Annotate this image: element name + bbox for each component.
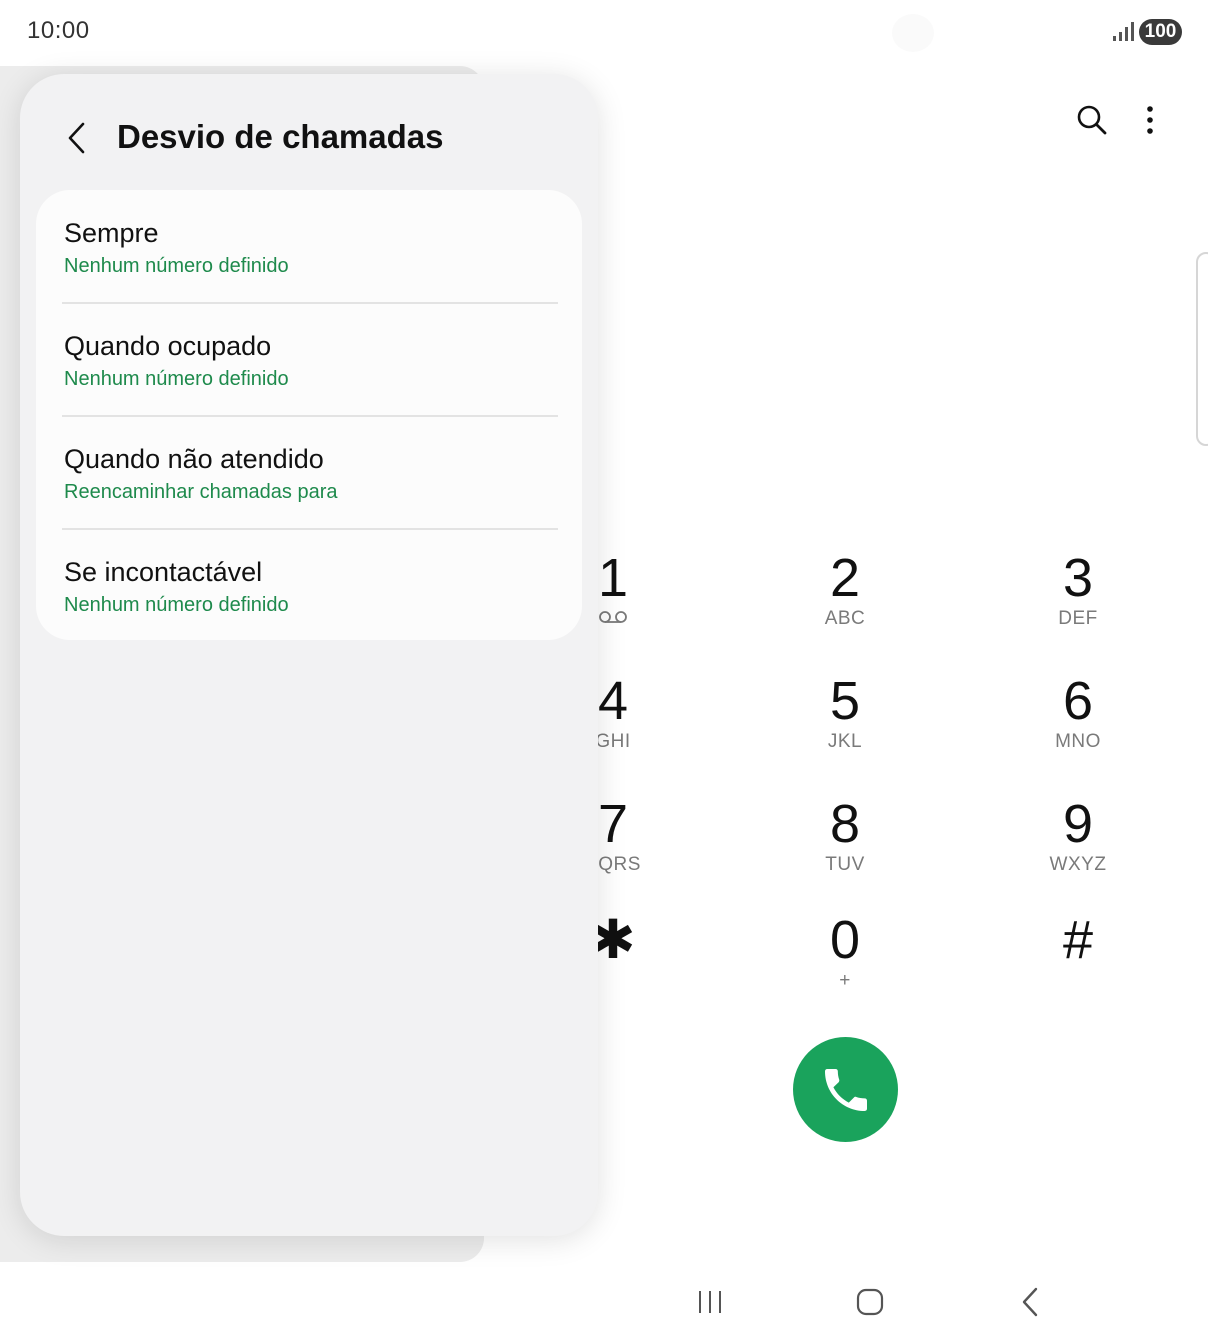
key-hash[interactable]: # [998, 912, 1158, 1016]
key-digit: # [1062, 910, 1094, 970]
key-9[interactable]: 9 WXYZ [998, 796, 1158, 900]
recents-icon [699, 1291, 721, 1313]
key-digit: 3 [1062, 548, 1094, 608]
option-label: Quando ocupado [64, 331, 272, 361]
key-letters: WXYZ [1049, 854, 1107, 875]
phone-icon [824, 1068, 867, 1111]
option-label: Quando não atendido [64, 444, 324, 474]
key-0[interactable]: 0 + [765, 912, 925, 1016]
edge-panel-handle[interactable] [1196, 252, 1208, 446]
key-letters: JKL [827, 731, 863, 752]
key-8[interactable]: 8 TUV [765, 796, 925, 900]
key-digit: 6 [1062, 671, 1094, 731]
call-button[interactable] [793, 1037, 898, 1142]
voicemail-icon [599, 611, 627, 623]
key-digit: 9 [1062, 794, 1094, 854]
key-letters: DEF [1058, 608, 1098, 629]
option-when-unanswered[interactable]: Quando não atendido Reencaminhar chamada… [36, 416, 582, 529]
navigation-bar [600, 1270, 1208, 1334]
key-letters: TUV [825, 854, 865, 875]
more-options-button[interactable] [1130, 100, 1170, 140]
back-icon [1022, 1287, 1038, 1317]
call-forwarding-panel: Desvio de chamadas Sempre Nenhum número … [20, 74, 598, 1236]
key-letters: MNO [1055, 731, 1101, 752]
key-digit: 8 [829, 794, 861, 854]
key-3[interactable]: 3 DEF [998, 550, 1158, 654]
search-icon [1077, 105, 1107, 135]
option-label: Se incontactável [64, 557, 263, 587]
back-button[interactable] [56, 118, 96, 158]
key-5[interactable]: 5 JKL [765, 673, 925, 777]
option-summary: Nenhum número definido [64, 368, 289, 390]
option-summary: Nenhum número definido [64, 255, 289, 277]
more-options-icon [1147, 106, 1153, 134]
option-when-unreachable[interactable]: Se incontactável Nenhum número definido [36, 529, 582, 640]
search-button[interactable] [1072, 100, 1112, 140]
home-icon [856, 1288, 884, 1316]
option-summary: Nenhum número definido [64, 594, 289, 616]
forwarding-options-card: Sempre Nenhum número definido Quando ocu… [36, 190, 582, 640]
option-label: Sempre [64, 218, 159, 248]
key-2[interactable]: 2 ABC [765, 550, 925, 654]
option-when-busy[interactable]: Quando ocupado Nenhum número definido [36, 303, 582, 416]
key-6[interactable]: 6 MNO [998, 673, 1158, 777]
key-letters: + [839, 970, 851, 991]
chevron-left-icon [68, 122, 85, 154]
back-nav-button[interactable] [1000, 1282, 1060, 1322]
key-digit: 2 [829, 548, 861, 608]
key-digit: 0 [829, 910, 861, 970]
key-digit: 5 [829, 671, 861, 731]
recents-button[interactable] [680, 1282, 740, 1322]
option-summary: Reencaminhar chamadas para [64, 481, 338, 503]
key-letters: ABC [824, 608, 866, 629]
home-button[interactable] [840, 1282, 900, 1322]
option-always[interactable]: Sempre Nenhum número definido [36, 190, 582, 303]
page-title: Desvio de chamadas [117, 118, 444, 155]
